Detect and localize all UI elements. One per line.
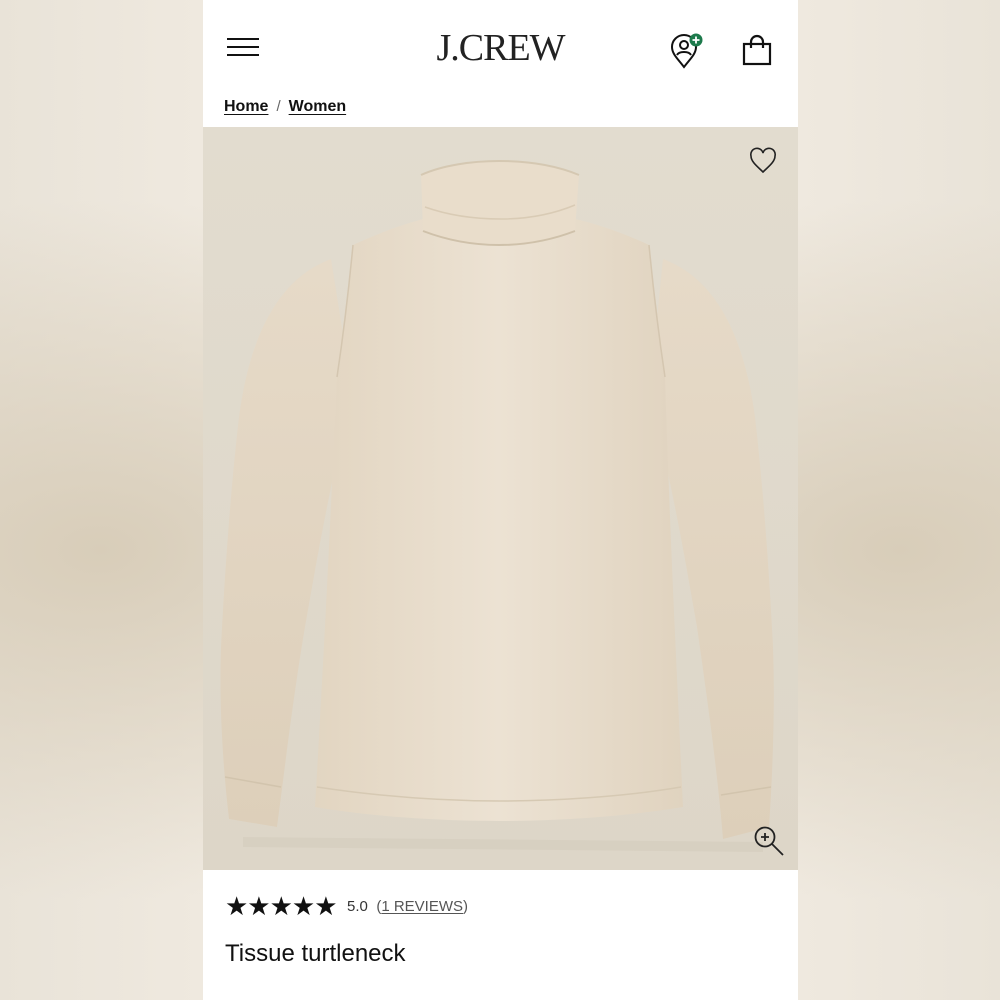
breadcrumb-separator: / <box>276 98 281 115</box>
shopping-bag-icon[interactable] <box>741 34 773 66</box>
hamburger-menu-icon[interactable] <box>227 36 261 58</box>
product-rating: ★★★★★ 5.0 (1 REVIEWS) <box>225 892 468 922</box>
zoom-in-icon[interactable] <box>752 824 786 858</box>
breadcrumb-home-link[interactable]: Home <box>224 98 268 115</box>
site-header: J.CREW <box>203 0 798 92</box>
heart-outline-icon[interactable] <box>748 147 778 175</box>
reviews-close-paren: ) <box>463 897 468 915</box>
account-location-icon[interactable] <box>667 32 705 70</box>
brand-logo[interactable]: J.CREW <box>413 24 588 72</box>
breadcrumb: Home / Women <box>224 96 346 118</box>
breadcrumb-women-link[interactable]: Women <box>289 98 346 115</box>
product-image[interactable] <box>203 127 798 870</box>
product-title: Tissue turtleneck <box>225 940 406 967</box>
reviews-link[interactable]: (1 REVIEWS) <box>376 898 468 915</box>
rating-stars-icon: ★★★★★ <box>225 891 338 921</box>
rating-score: 5.0 <box>347 897 368 915</box>
mobile-screen: J.CREW Home / Women ★★★★★ 5.0 (1 REVIEWS… <box>203 0 798 1000</box>
turtleneck-garment-image <box>203 127 798 870</box>
reviews-count: 1 REVIEWS <box>381 897 463 915</box>
